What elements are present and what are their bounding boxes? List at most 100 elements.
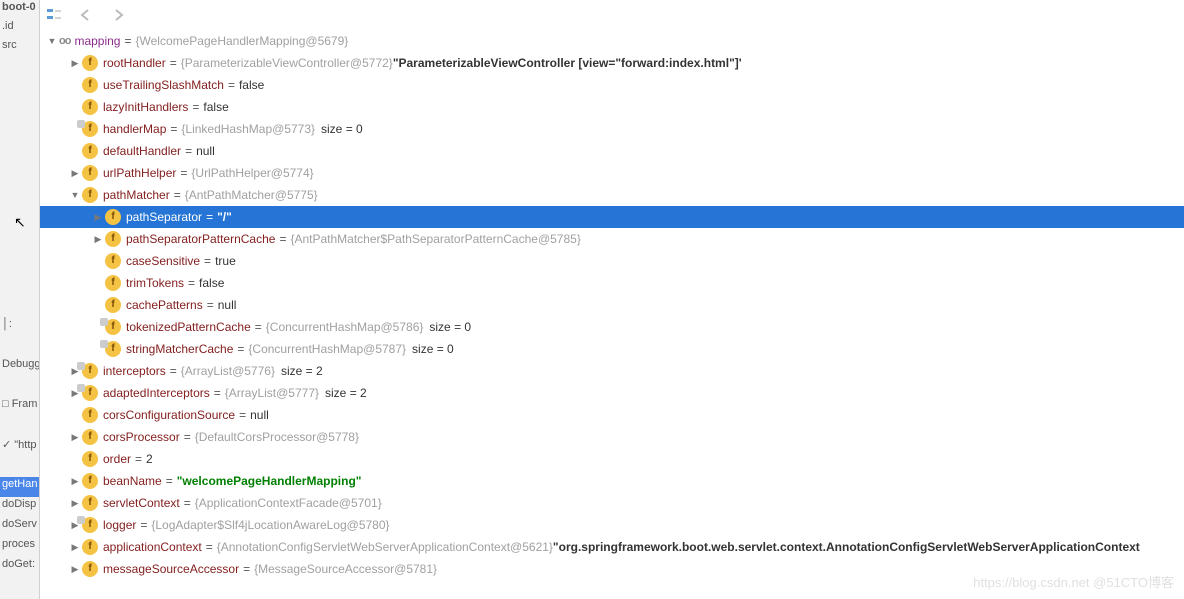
sidebar-item[interactable] xyxy=(0,277,39,297)
sidebar-item[interactable]: src xyxy=(0,38,39,57)
sidebar-item[interactable]: .id xyxy=(0,19,39,38)
tree-root-row[interactable]: ▼ oo mapping = {WelcomePageHandlerMappin… xyxy=(40,30,1184,52)
tree-row[interactable]: ▶frootHandler={ParameterizableViewContro… xyxy=(40,52,1184,74)
variable-name: lazyInitHandlers xyxy=(103,96,188,118)
tree-row[interactable]: ▶fcaseSensitive=true xyxy=(40,250,1184,272)
tree-row[interactable]: ▶ftrimTokens=false xyxy=(40,272,1184,294)
tree-row[interactable]: ▼fpathMatcher={AntPathMatcher@5775} xyxy=(40,184,1184,206)
field-badge-icon: f xyxy=(82,407,98,423)
sidebar-item[interactable] xyxy=(0,137,39,157)
chevron-right-icon[interactable]: ▶ xyxy=(68,492,82,514)
sidebar-item[interactable] xyxy=(0,257,39,277)
chevron-down-icon[interactable]: ▼ xyxy=(45,30,59,52)
chevron-right-icon[interactable]: ▶ xyxy=(68,52,82,74)
variables-tree[interactable]: ▼ oo mapping = {WelcomePageHandlerMappin… xyxy=(40,30,1184,580)
variable-name: logger xyxy=(103,514,136,536)
tree-row[interactable]: ▶fbeanName= "welcomePageHandlerMapping" xyxy=(40,470,1184,492)
sidebar-item[interactable]: getHan xyxy=(0,477,39,497)
tree-row[interactable]: ▶fpathSeparatorPatternCache={AntPathMatc… xyxy=(40,228,1184,250)
tree-row[interactable]: ▶fpathSeparator= "/" xyxy=(40,206,1184,228)
tree-row[interactable]: ▶fdefaultHandler=null xyxy=(40,140,1184,162)
variable-name: urlPathHelper xyxy=(103,162,176,184)
tree-row[interactable]: ▶ftokenizedPatternCache={ConcurrentHashM… xyxy=(40,316,1184,338)
primitive-value: false xyxy=(239,74,264,96)
forward-arrow-icon[interactable] xyxy=(109,6,127,24)
variable-name: corsProcessor xyxy=(103,426,180,448)
chevron-right-icon[interactable]: ▶ xyxy=(91,206,105,228)
tree-row[interactable]: ▶fservletContext={ApplicationContextFaca… xyxy=(40,492,1184,514)
sidebar-item[interactable] xyxy=(0,77,39,97)
tree-row[interactable]: ▶fcachePatterns=null xyxy=(40,294,1184,316)
equals-sign: = xyxy=(176,162,191,184)
sidebar-item[interactable] xyxy=(0,97,39,117)
field-badge-icon: f xyxy=(82,121,98,137)
sidebar-item[interactable] xyxy=(0,117,39,137)
tree-row[interactable]: ▶forder=2 xyxy=(40,448,1184,470)
sidebar-item[interactable] xyxy=(0,57,39,77)
collection-size: size = 2 xyxy=(319,382,367,404)
tree-row[interactable]: ▶flogger={LogAdapter$Slf4jLocationAwareL… xyxy=(40,514,1184,536)
sidebar-item[interactable] xyxy=(0,377,39,397)
chevron-down-icon[interactable]: ▼ xyxy=(68,184,82,206)
equals-sign: = xyxy=(162,470,177,492)
sidebar-item[interactable] xyxy=(0,337,39,357)
sidebar-item[interactable] xyxy=(0,157,39,177)
equals-sign: = xyxy=(170,184,185,206)
tree-row[interactable]: ▶flazyInitHandlers=false xyxy=(40,96,1184,118)
sidebar-item[interactable] xyxy=(0,297,39,317)
tree-row[interactable]: ▶fuseTrailingSlashMatch=false xyxy=(40,74,1184,96)
sidebar-item[interactable]: doGet: xyxy=(0,557,39,577)
equals-sign: = xyxy=(235,404,250,426)
variable-name: handlerMap xyxy=(103,118,166,140)
chevron-right-icon[interactable]: ▶ xyxy=(68,426,82,448)
field-badge-icon: f xyxy=(105,319,121,335)
variable-name: interceptors xyxy=(103,360,166,382)
field-badge-icon: f xyxy=(82,539,98,555)
tree-row[interactable]: ▶fcorsConfigurationSource=null xyxy=(40,404,1184,426)
chevron-right-icon[interactable]: ▶ xyxy=(91,228,105,250)
sidebar-item[interactable]: doDisp xyxy=(0,497,39,517)
sidebar-item[interactable]: │: xyxy=(0,317,39,337)
chevron-right-icon[interactable]: ▶ xyxy=(68,470,82,492)
object-reference: {UrlPathHelper@5774} xyxy=(191,162,313,184)
tree-row[interactable]: ▶finterceptors={ArrayList@5776}size = 2 xyxy=(40,360,1184,382)
primitive-value: null xyxy=(196,140,215,162)
back-arrow-icon[interactable] xyxy=(77,6,95,24)
sidebar-item[interactable]: doServ xyxy=(0,517,39,537)
primitive-value: false xyxy=(199,272,224,294)
filter-icon[interactable] xyxy=(45,6,63,24)
sidebar-item[interactable] xyxy=(0,237,39,257)
collection-size: size = 0 xyxy=(423,316,471,338)
field-badge-icon: f xyxy=(82,143,98,159)
tree-row[interactable]: ▶fcorsProcessor={DefaultCorsProcessor@57… xyxy=(40,426,1184,448)
sidebar-item[interactable]: Debugge xyxy=(0,357,39,377)
sidebar-item[interactable] xyxy=(0,177,39,197)
sidebar-item[interactable]: boot-0 xyxy=(0,0,39,19)
chevron-right-icon[interactable]: ▶ xyxy=(68,558,82,580)
object-reference: {MessageSourceAccessor@5781} xyxy=(254,558,437,580)
sidebar-item[interactable]: proces xyxy=(0,537,39,557)
equals-sign: = xyxy=(188,96,203,118)
object-reference: {LinkedHashMap@5773} xyxy=(181,118,315,140)
sidebar-item[interactable] xyxy=(0,417,39,437)
equals-sign: = xyxy=(203,294,218,316)
sidebar-item[interactable] xyxy=(0,457,39,477)
chevron-right-icon[interactable]: ▶ xyxy=(68,536,82,558)
tree-row[interactable]: ▶fadaptedInterceptors={ArrayList@5777}si… xyxy=(40,382,1184,404)
object-reference: {ParameterizableViewController@5772} xyxy=(181,52,393,74)
variable-name: trimTokens xyxy=(126,272,184,294)
sidebar-item[interactable]: ✓ "http xyxy=(0,437,39,457)
object-reference: {WelcomePageHandlerMapping@5679} xyxy=(136,30,349,52)
sidebar-item[interactable]: □ Fram xyxy=(0,397,39,417)
chevron-right-icon[interactable]: ▶ xyxy=(68,162,82,184)
tree-row[interactable]: ▶fhandlerMap={LinkedHashMap@5773}size = … xyxy=(40,118,1184,140)
tree-row[interactable]: ▶fapplicationContext={AnnotationConfigSe… xyxy=(40,536,1184,558)
field-badge-icon: f xyxy=(82,561,98,577)
field-badge-icon: f xyxy=(105,297,121,313)
tree-row[interactable]: ▶furlPathHelper={UrlPathHelper@5774} xyxy=(40,162,1184,184)
tree-row[interactable]: ▶fstringMatcherCache={ConcurrentHashMap@… xyxy=(40,338,1184,360)
primitive-value: 2 xyxy=(146,448,153,470)
collection-size: size = 2 xyxy=(275,360,323,382)
field-badge-icon: f xyxy=(82,99,98,115)
field-badge-icon: f xyxy=(105,231,121,247)
